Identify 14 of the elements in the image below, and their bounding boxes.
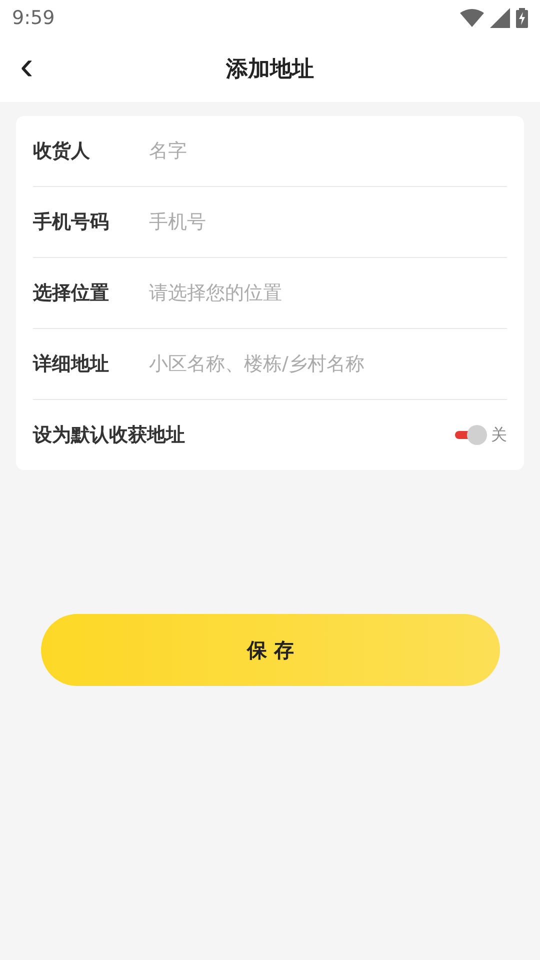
field-label: 手机号码 bbox=[33, 210, 110, 235]
field-label: 收货人 bbox=[33, 139, 91, 164]
save-button[interactable]: 保 存 bbox=[41, 614, 500, 686]
field-label: 选择位置 bbox=[33, 281, 110, 306]
signal-icon bbox=[490, 8, 510, 28]
default-address-label: 设为默认收获地址 bbox=[33, 423, 185, 448]
status-time: 9:59 bbox=[12, 7, 55, 29]
wifi-icon bbox=[460, 9, 484, 27]
battery-icon bbox=[516, 8, 528, 28]
switch-state-text: 关 bbox=[491, 424, 507, 446]
default-address-switch[interactable] bbox=[455, 425, 487, 445]
field-label: 详细地址 bbox=[33, 352, 110, 377]
back-button[interactable]: ‹ bbox=[14, 46, 40, 86]
page-title: 添加地址 bbox=[226, 56, 314, 84]
